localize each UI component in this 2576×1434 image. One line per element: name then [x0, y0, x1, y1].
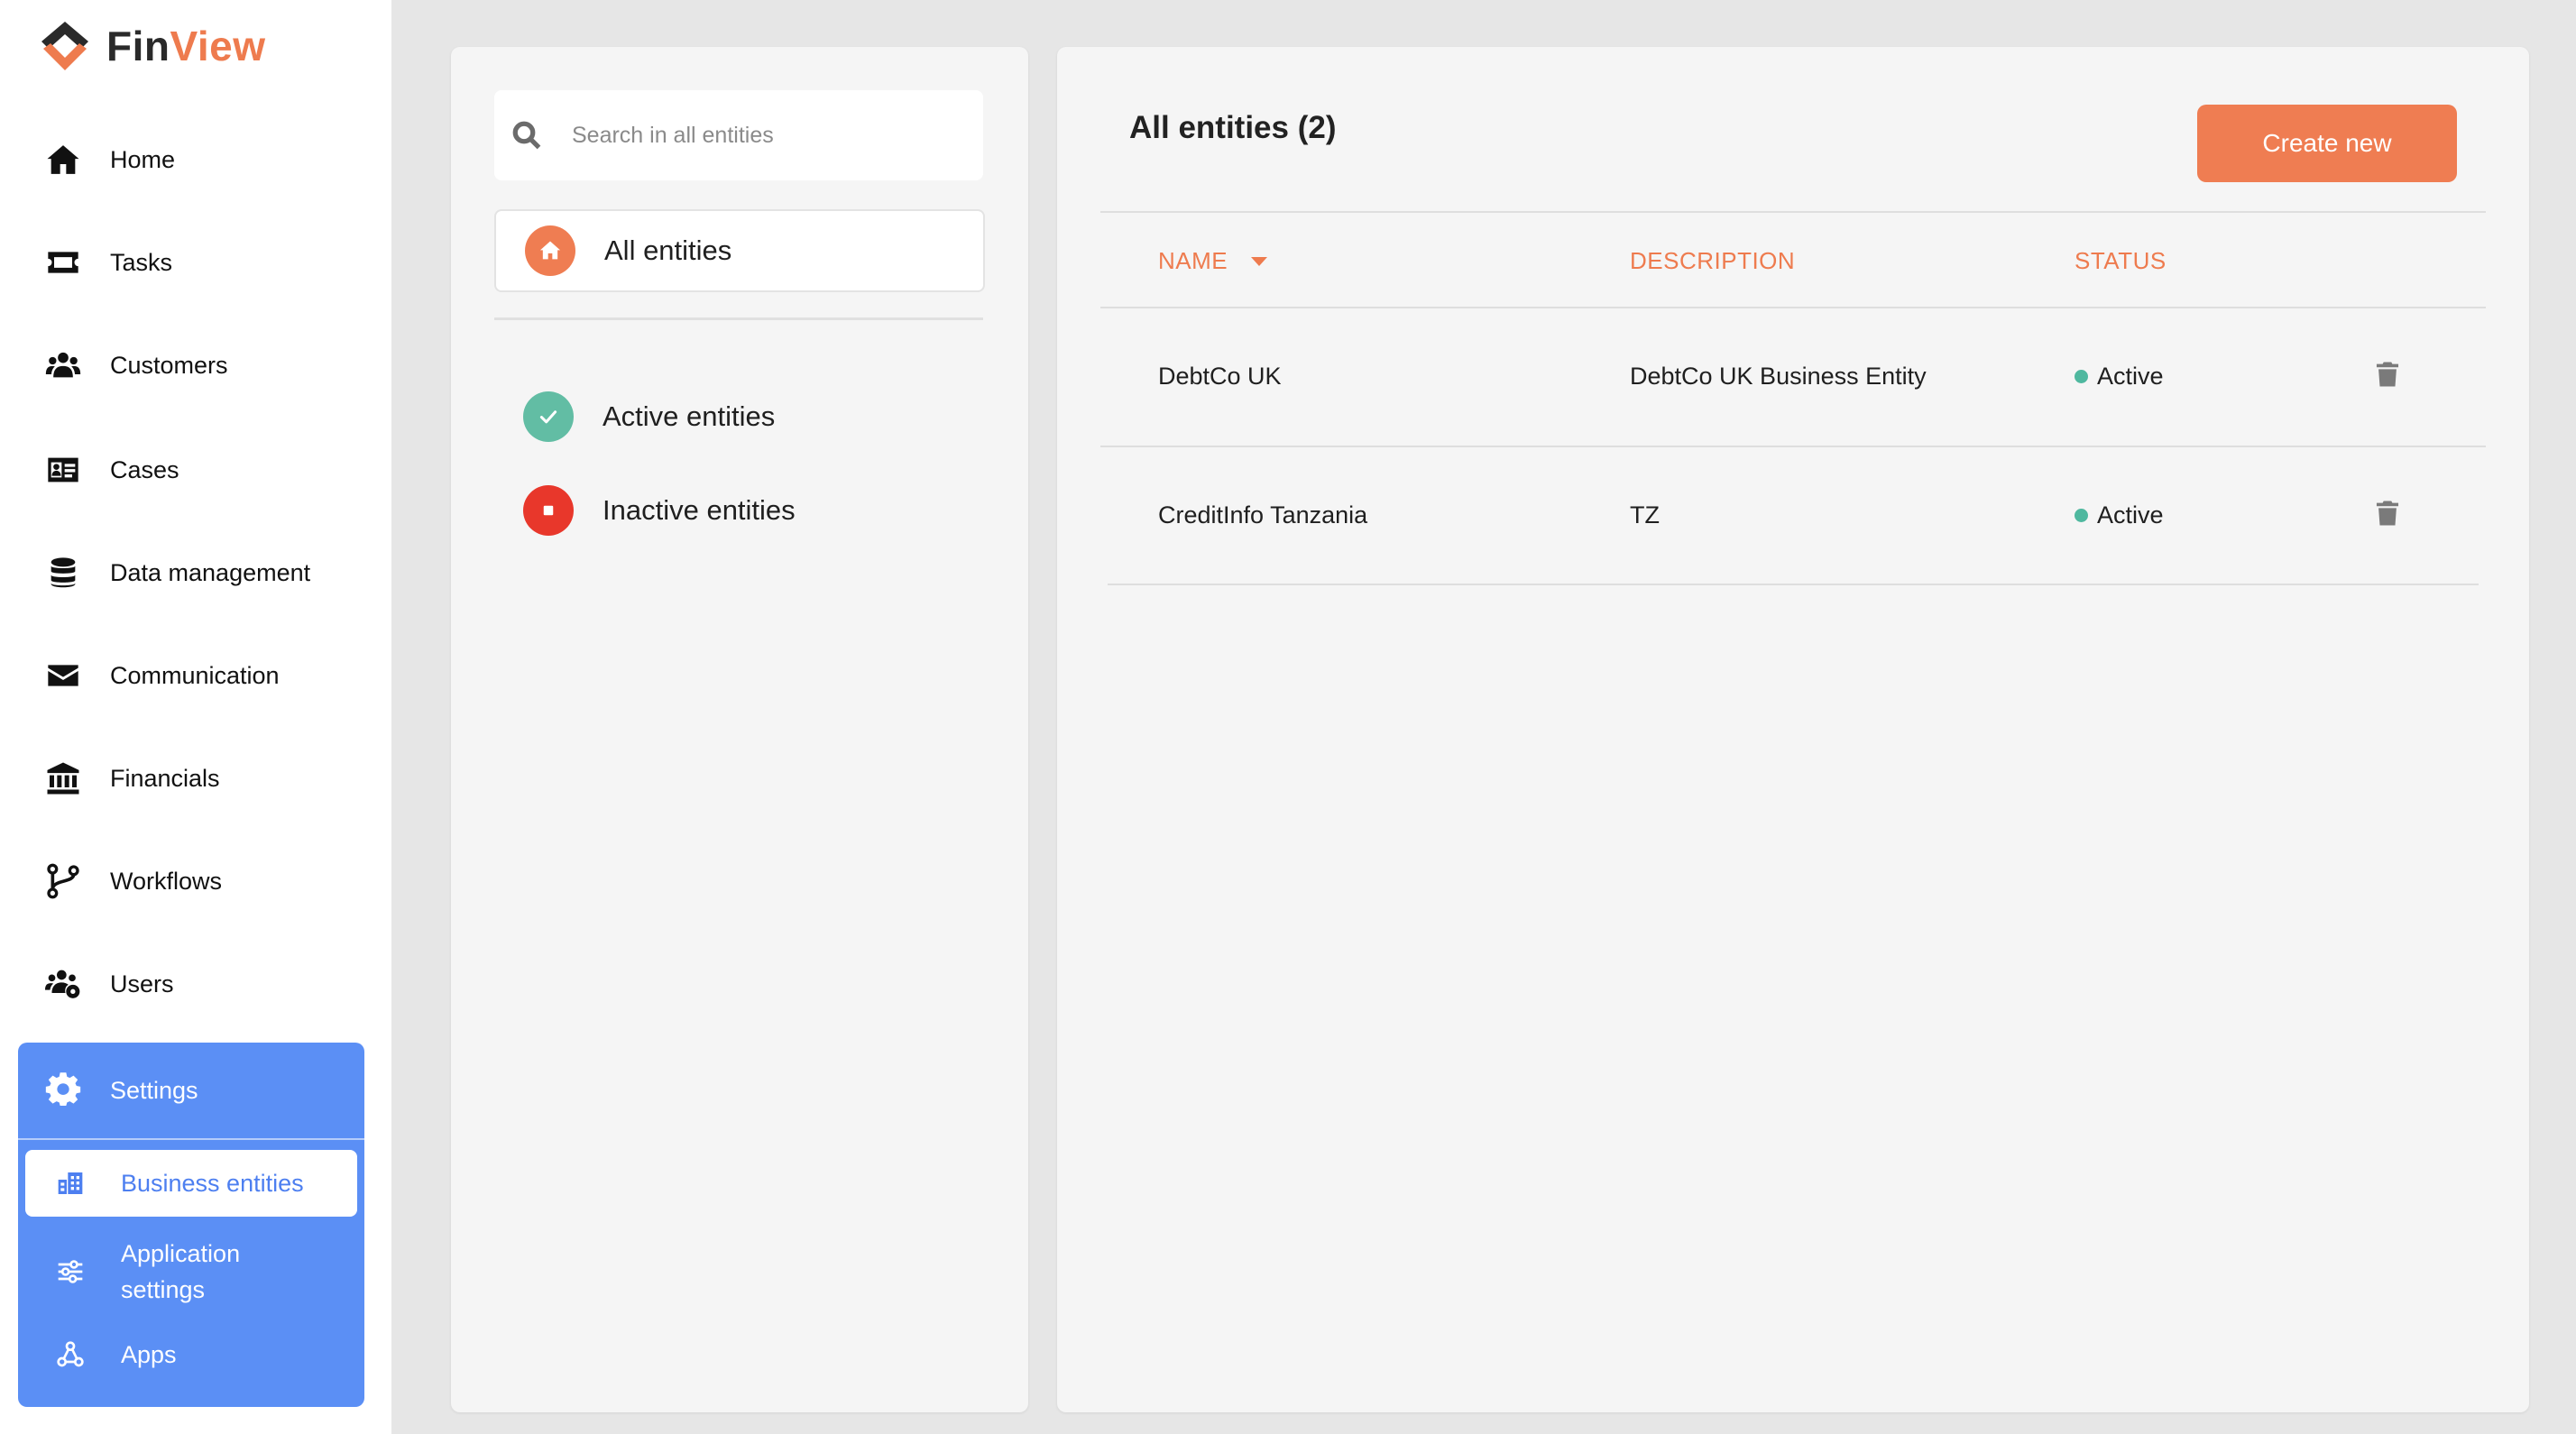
- envelope-icon: [43, 656, 83, 695]
- filter-label: Inactive entities: [603, 494, 796, 526]
- filter-panel: All entities Active entities Inactive en…: [451, 47, 1028, 1412]
- sidebar-item-label: Communication: [110, 661, 280, 689]
- sidebar-item-users[interactable]: Users: [43, 952, 174, 1016]
- table-divider: [1100, 446, 2486, 447]
- logo-text: FinView: [106, 23, 266, 69]
- sidebar-item-settings[interactable]: Settings: [18, 1043, 364, 1140]
- table-divider: [1100, 307, 2486, 308]
- sidebar-item-workflows[interactable]: Workflows: [43, 850, 222, 913]
- webhook-icon: [52, 1337, 88, 1373]
- column-header-label: DESCRIPTION: [1630, 247, 1796, 274]
- database-icon: [43, 553, 83, 593]
- column-header-label: NAME: [1158, 247, 1228, 274]
- search-icon: [512, 121, 541, 150]
- sidebar-subitem-apps[interactable]: Apps: [52, 1328, 341, 1382]
- filter-all-entities[interactable]: All entities: [494, 209, 985, 292]
- sidebar-subitem-application-settings[interactable]: Application settings: [52, 1236, 341, 1308]
- sidebar-item-label: Customers: [110, 351, 228, 379]
- page-title: All entities (2): [1129, 110, 1337, 145]
- finview-logo[interactable]: FinView: [34, 18, 265, 74]
- sidebar-item-tasks[interactable]: Tasks: [43, 231, 172, 294]
- column-header-description[interactable]: DESCRIPTION: [1630, 247, 1795, 275]
- column-header-name[interactable]: NAME: [1158, 247, 1268, 275]
- entities-panel: All entities (2) Create new NAME DESCRIP…: [1057, 47, 2529, 1412]
- status-label: Active: [2097, 363, 2164, 390]
- settings-section: Settings Business entities Application s…: [18, 1043, 364, 1407]
- sidebar-item-label: Home: [110, 145, 176, 173]
- sidebar-item-cases[interactable]: Cases: [43, 438, 179, 501]
- branch-icon: [43, 861, 83, 901]
- filter-active-entities[interactable]: Active entities: [523, 390, 775, 444]
- id-card-icon: [43, 450, 83, 490]
- status-dot: [2075, 370, 2088, 383]
- users-icon: [43, 345, 83, 385]
- column-header-status[interactable]: STATUS: [2075, 247, 2167, 275]
- entity-name: DebtCo UK: [1158, 363, 1282, 390]
- sidebar-item-label: Users: [110, 970, 174, 997]
- entity-name: CreditInfo Tanzania: [1158, 501, 1368, 529]
- sidebar-subitem-label: Apps: [121, 1341, 177, 1368]
- filter-label: Active entities: [603, 400, 776, 432]
- sidebar-item-label: Cases: [110, 455, 179, 483]
- entity-description: DebtCo UK Business Entity: [1630, 363, 1927, 390]
- sidebar-subitem-label: Application settings: [121, 1240, 241, 1303]
- settings-label: Settings: [110, 1076, 198, 1104]
- filter-label: All entities: [604, 234, 732, 266]
- status-dot: [2075, 509, 2088, 522]
- users-gear-icon: [43, 964, 83, 1004]
- sort-desc-icon[interactable]: [1251, 256, 1268, 266]
- search-input[interactable]: [570, 121, 952, 150]
- sidebar-item-label: Tasks: [110, 248, 173, 276]
- gear-icon: [43, 1071, 83, 1110]
- search-box: [494, 90, 983, 180]
- status-badge: Active: [2075, 363, 2164, 391]
- trash-icon[interactable]: [2372, 498, 2403, 529]
- stop-icon: [523, 485, 574, 536]
- sidebar-item-label: Financials: [110, 764, 220, 792]
- filter-divider: [494, 317, 983, 320]
- create-new-button[interactable]: Create new: [2197, 105, 2457, 182]
- ticket-icon: [43, 243, 83, 282]
- home-icon: [43, 140, 83, 179]
- sidebar-item-home[interactable]: Home: [43, 128, 175, 191]
- column-header-label: STATUS: [2075, 247, 2167, 274]
- bank-icon: [43, 758, 83, 798]
- building-icon: [52, 1165, 88, 1201]
- finview-logo-icon: [41, 22, 88, 70]
- sidebar: FinView Home Tasks Customers Cases Data …: [0, 0, 391, 1434]
- home-icon: [525, 225, 575, 276]
- sidebar-item-financials[interactable]: Financials: [43, 747, 220, 810]
- filter-inactive-entities[interactable]: Inactive entities: [523, 483, 796, 538]
- sidebar-item-communication[interactable]: Communication: [43, 644, 280, 707]
- status-label: Active: [2097, 501, 2164, 529]
- sidebar-item-customers[interactable]: Customers: [43, 334, 228, 397]
- sliders-icon: [52, 1254, 88, 1290]
- sidebar-subitem-label: Business entities: [121, 1170, 304, 1197]
- sidebar-item-label: Data management: [110, 558, 311, 586]
- header-divider: [1100, 211, 2486, 213]
- table-divider: [1108, 584, 2479, 585]
- entity-description: TZ: [1630, 501, 1660, 529]
- sidebar-item-data-management[interactable]: Data management: [43, 541, 310, 604]
- trash-icon[interactable]: [2372, 359, 2403, 390]
- check-icon: [523, 391, 574, 442]
- sidebar-item-label: Workflows: [110, 867, 223, 895]
- sidebar-subitem-business-entities[interactable]: Business entities: [25, 1150, 357, 1217]
- status-badge: Active: [2075, 501, 2164, 529]
